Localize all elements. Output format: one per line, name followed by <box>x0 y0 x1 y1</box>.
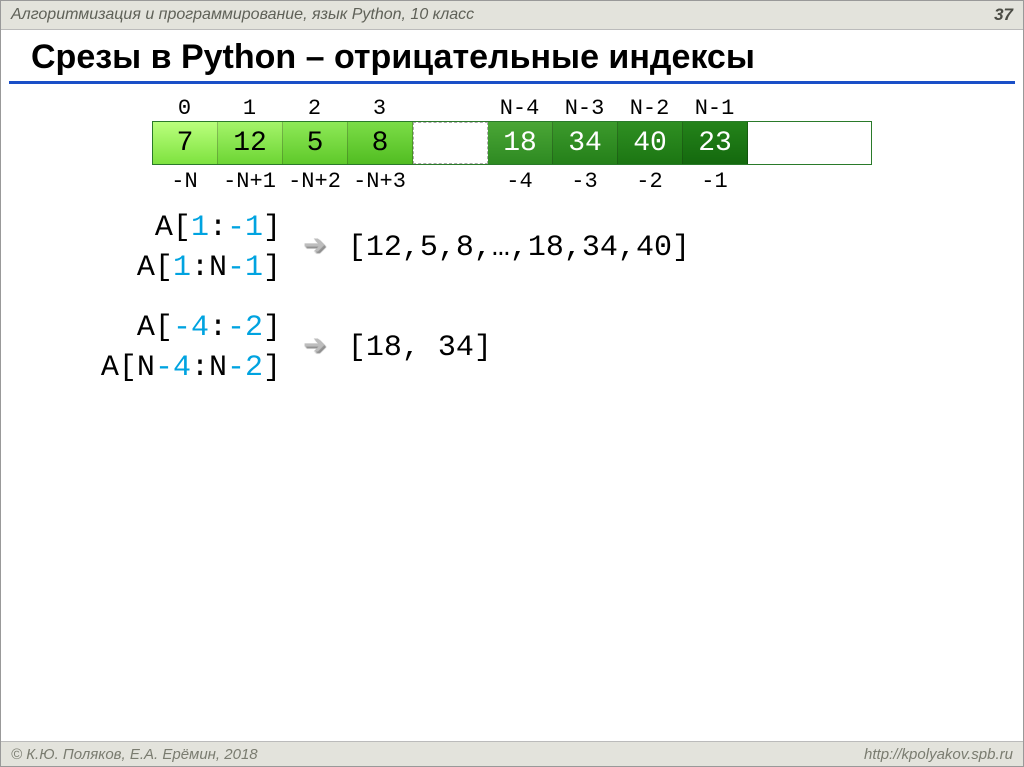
top-index: 1 <box>217 96 282 121</box>
code-text: A[ <box>155 211 191 245</box>
bottom-index: -N+1 <box>217 169 282 194</box>
code-text: A[ <box>137 311 173 345</box>
code-text: ] <box>263 211 281 245</box>
code-line: A[1:-1] <box>91 208 281 248</box>
code-text: ] <box>263 251 281 285</box>
code-highlight: -1 <box>227 251 263 285</box>
array-cell: 23 <box>683 122 748 164</box>
top-index: N-4 <box>487 96 552 121</box>
code-highlight: -4 <box>155 351 191 385</box>
site-url: http://kpolyakov.spb.ru <box>864 746 1013 763</box>
bottom-index: -1 <box>682 169 747 194</box>
code-text: ] <box>263 351 281 385</box>
example-2: A[-4:-2] A[N-4:N-2] ➔ [18, 34] <box>91 308 1023 388</box>
code-text: : <box>209 211 227 245</box>
code-highlight: 1 <box>191 211 209 245</box>
example-code: A[-4:-2] A[N-4:N-2] <box>91 308 281 388</box>
top-index: 2 <box>282 96 347 121</box>
array-cell: 5 <box>283 122 348 164</box>
code-text: ] <box>263 311 281 345</box>
example-code: A[1:-1] A[1:N-1] <box>91 208 281 288</box>
code-highlight: -4 <box>173 311 209 345</box>
array-cells: 7 12 5 8 18 34 40 23 <box>152 121 872 165</box>
slide-title: Срезы в Python – отрицательные индексы <box>1 30 1023 81</box>
bottom-index: -N <box>152 169 217 194</box>
array-cell: 7 <box>153 122 218 164</box>
footer-bar: © К.Ю. Поляков, Е.А. Ерёмин, 2018 http:/… <box>1 741 1023 766</box>
top-indices: 0 1 2 3 N-4 N-3 N-2 N-1 <box>152 96 872 121</box>
code-highlight: -1 <box>227 211 263 245</box>
code-text: :N <box>191 351 227 385</box>
code-text: : <box>209 311 227 345</box>
top-index: N-3 <box>552 96 617 121</box>
bottom-index: -N+3 <box>347 169 412 194</box>
top-index: N-2 <box>617 96 682 121</box>
code-text: A[ <box>137 251 173 285</box>
code-text: :N <box>191 251 227 285</box>
array-cell: 8 <box>348 122 413 164</box>
top-index: N-1 <box>682 96 747 121</box>
code-line: A[1:N-1] <box>91 248 281 288</box>
code-highlight: -2 <box>227 351 263 385</box>
array-gap-cell <box>413 122 488 164</box>
bottom-index: -N+2 <box>282 169 347 194</box>
bottom-index: -4 <box>487 169 552 194</box>
code-highlight: -2 <box>227 311 263 345</box>
header-bar: Алгоритмизация и программирование, язык … <box>1 1 1023 30</box>
code-highlight: 1 <box>173 251 191 285</box>
title-rule <box>9 81 1015 84</box>
index-gap <box>412 169 487 194</box>
arrow-icon: ➔ <box>303 329 326 367</box>
bottom-index: -3 <box>552 169 617 194</box>
bottom-index: -2 <box>617 169 682 194</box>
code-line: A[N-4:N-2] <box>91 348 281 388</box>
page-number: 37 <box>994 5 1013 25</box>
top-index: 3 <box>347 96 412 121</box>
array-cell: 12 <box>218 122 283 164</box>
example-result: [12,5,8,…,18,34,40] <box>348 231 690 265</box>
example-1: A[1:-1] A[1:N-1] ➔ [12,5,8,…,18,34,40] <box>91 208 1023 288</box>
array-cell: 34 <box>553 122 618 164</box>
code-line: A[-4:-2] <box>91 308 281 348</box>
code-text: A[N <box>101 351 155 385</box>
arrow-icon: ➔ <box>303 229 326 267</box>
index-gap <box>412 96 487 121</box>
course-label: Алгоритмизация и программирование, язык … <box>11 6 474 24</box>
array-cell: 40 <box>618 122 683 164</box>
array-cell: 18 <box>488 122 553 164</box>
example-result: [18, 34] <box>348 331 492 365</box>
array-diagram: 0 1 2 3 N-4 N-3 N-2 N-1 7 12 5 8 18 34 4… <box>152 96 872 194</box>
bottom-indices: -N -N+1 -N+2 -N+3 -4 -3 -2 -1 <box>152 169 872 194</box>
top-index: 0 <box>152 96 217 121</box>
copyright: © К.Ю. Поляков, Е.А. Ерёмин, 2018 <box>11 746 258 763</box>
slice-examples: A[1:-1] A[1:N-1] ➔ [12,5,8,…,18,34,40] A… <box>1 208 1023 388</box>
